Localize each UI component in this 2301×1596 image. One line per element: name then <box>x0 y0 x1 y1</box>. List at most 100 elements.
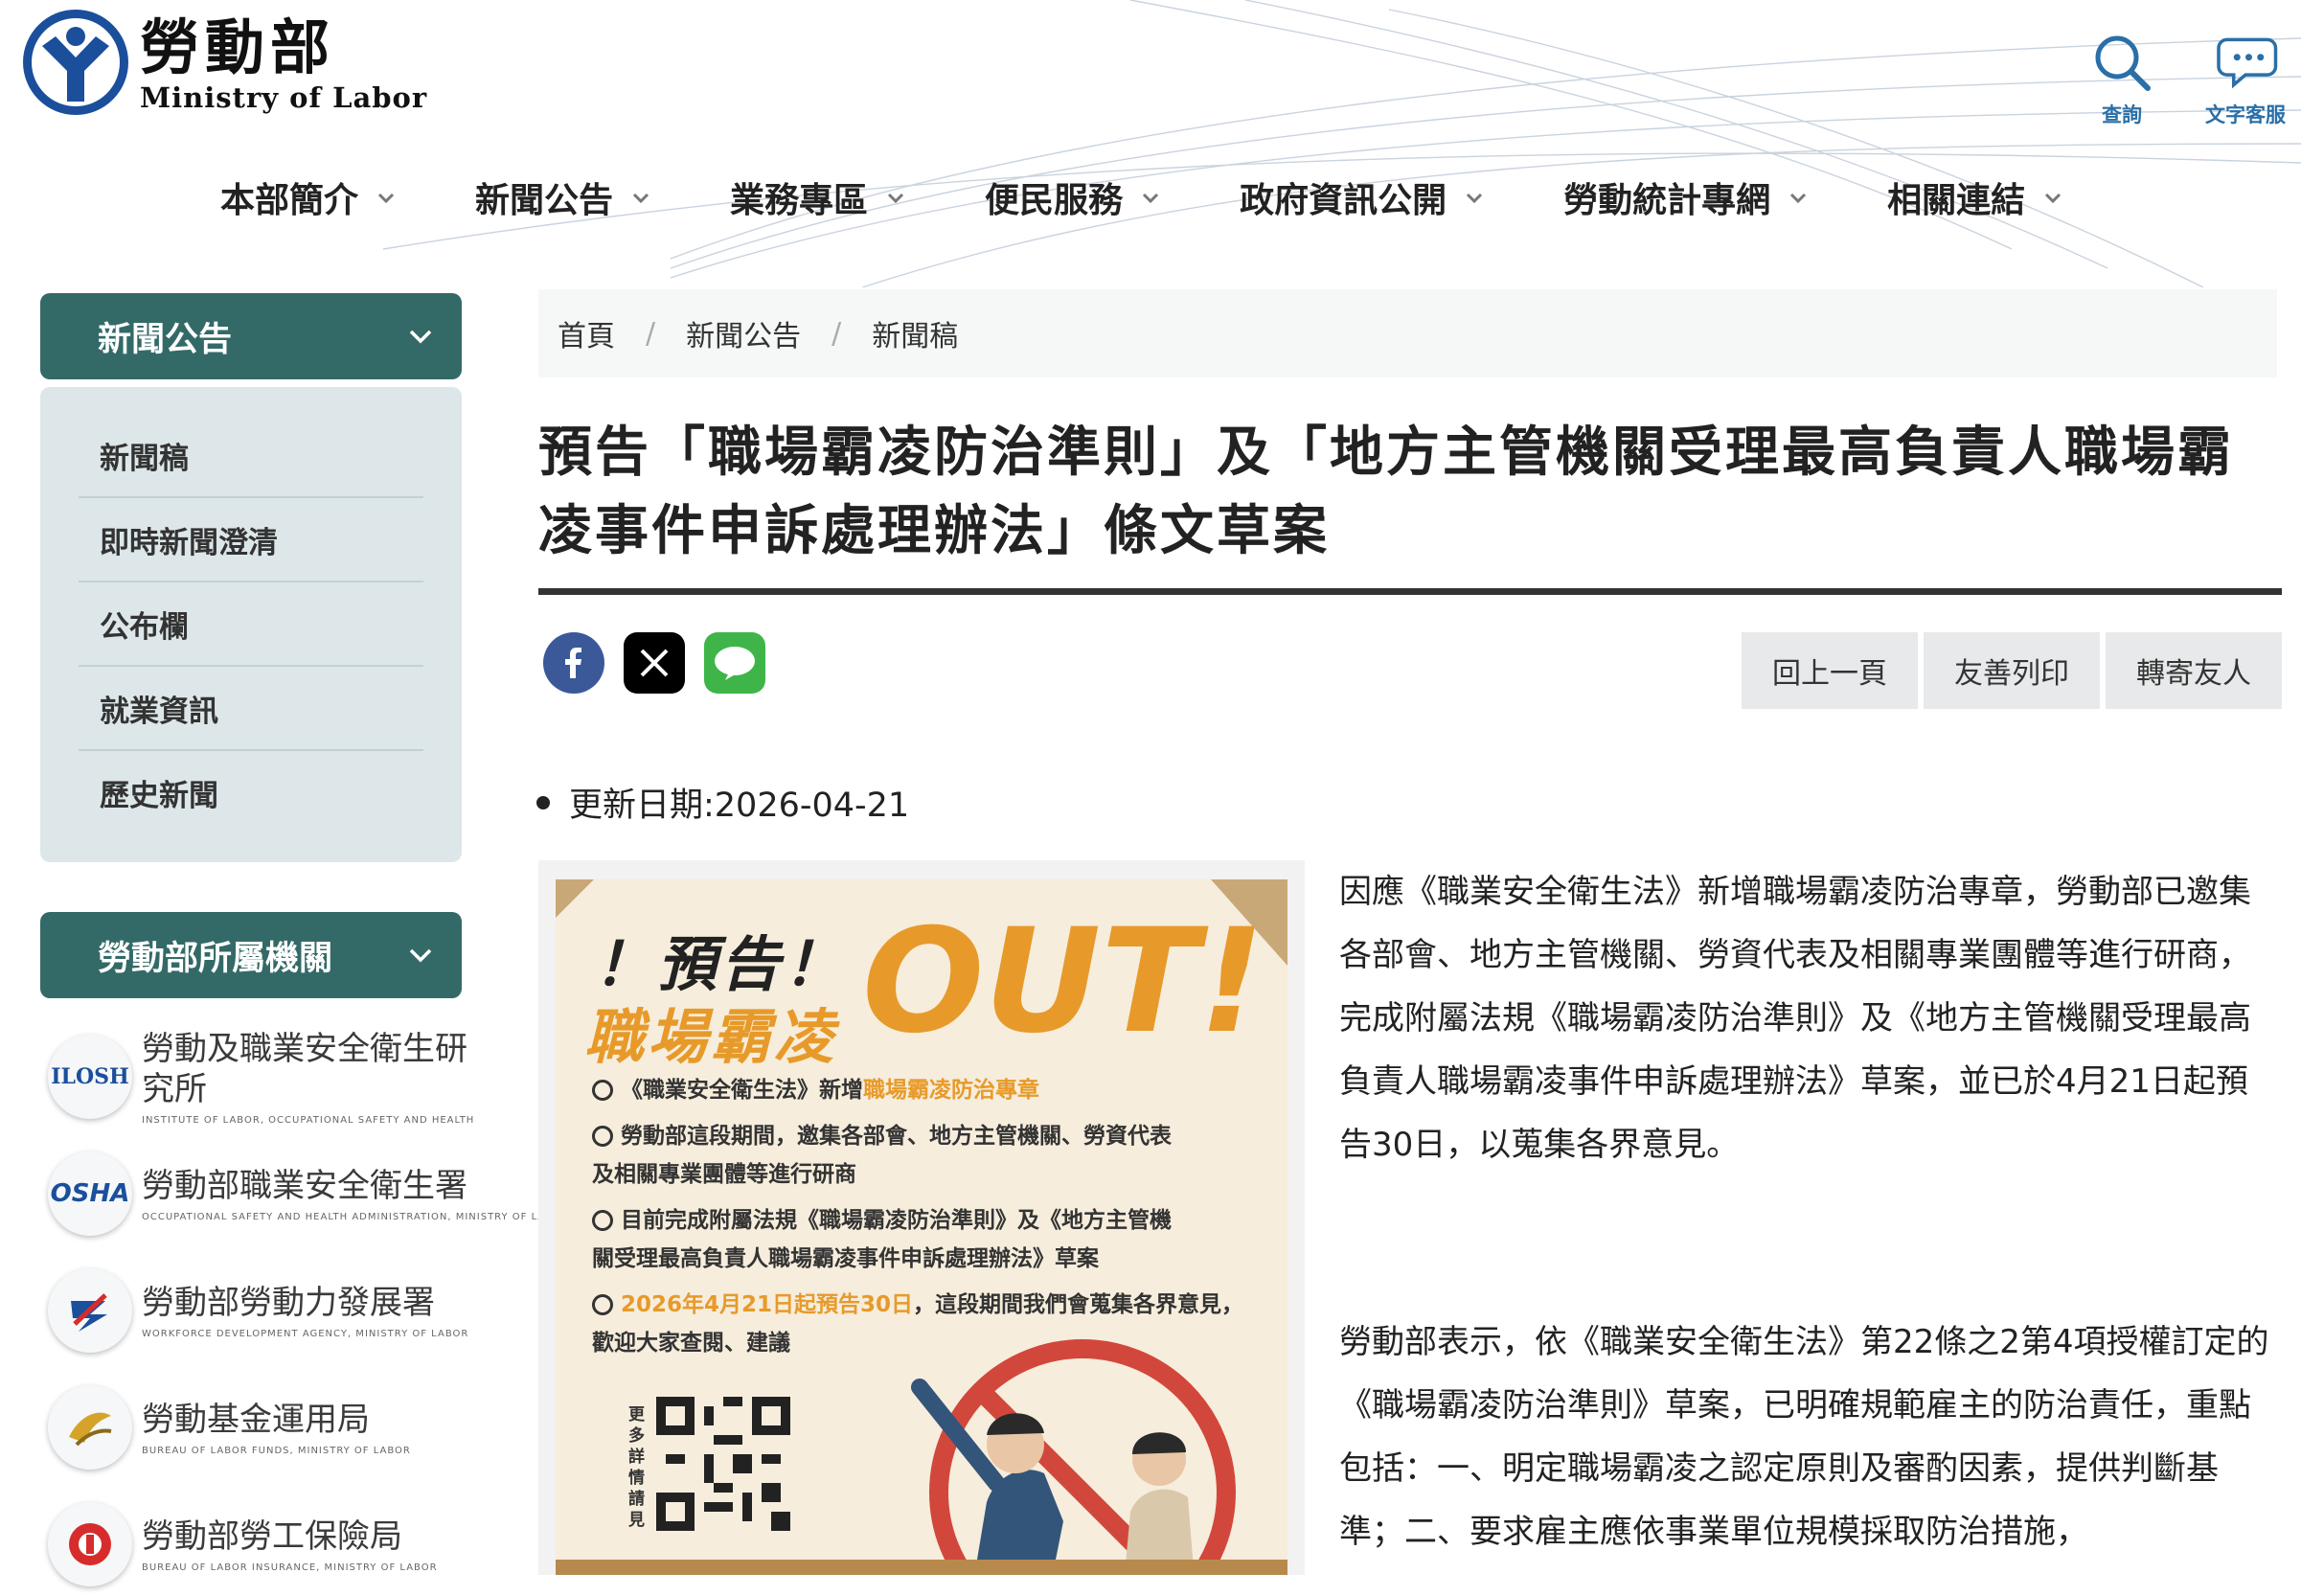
breadcrumb: 首頁 / 新聞公告 / 新聞稿 <box>538 289 2277 377</box>
agency-name-zh: 勞動部職業安全衛生署 <box>142 1166 467 1205</box>
no-bullying-illustration <box>911 1339 1236 1575</box>
nav-item-about[interactable]: 本部簡介 <box>220 172 397 222</box>
chevron-down-icon <box>632 193 649 204</box>
nav-item-gov-info[interactable]: 政府資訊公開 <box>1240 172 1485 222</box>
article-image[interactable]: ！預告！ 職場霸凌 OUT! 《職業安全衛生法》新增職場霸凌防治專章 勞動部這段… <box>538 860 1305 1575</box>
x-share-button[interactable] <box>624 632 685 694</box>
sidebar-links: 新聞稿 即時新聞澄清 公布欄 就業資訊 歷史新聞 <box>40 387 462 862</box>
agency-link-ilosh[interactable]: ILOSH 勞動及職業安全衛生研究所 INSTITUTE OF LABOR, OC… <box>48 1025 473 1129</box>
check-icon <box>592 1294 613 1315</box>
facebook-icon <box>565 648 581 678</box>
poster-bullet-text-cont: 及相關專業團體等進行研商 <box>592 1162 856 1187</box>
nav-label: 便民服務 <box>985 181 1124 220</box>
update-date: 更新日期:2026-04-21 <box>536 778 909 827</box>
logo-title-en: Ministry of Labor <box>140 81 428 114</box>
nav-label: 新聞公告 <box>475 181 614 220</box>
poster-bullet-text: 《職業安全衛生法》新增 <box>621 1078 863 1103</box>
nav-item-links[interactable]: 相關連結 <box>1887 172 2063 222</box>
nav-label: 本部簡介 <box>220 181 359 220</box>
poster-bullets: 《職業安全衛生法》新增職場霸凌防治專章 勞動部這段期間，邀集各部會、地方主管機關… <box>592 1071 1263 1362</box>
bli-logo-icon <box>48 1502 132 1586</box>
chevron-down-icon <box>409 948 432 963</box>
bullying-poster: ！預告！ 職場霸凌 OUT! 《職業安全衛生法》新增職場霸凌防治專章 勞動部這段… <box>556 879 1287 1575</box>
poster-bullet: 目前完成附屬法規《職場霸凌防治準則》及《地方主管機 關受理最高負責人職場霸凌事件申… <box>592 1201 1263 1278</box>
sidebar-item-press-release[interactable]: 新聞稿 <box>79 414 423 498</box>
chevron-down-icon <box>887 193 904 204</box>
chevron-down-icon <box>1467 193 1483 204</box>
chevron-down-icon <box>377 193 395 204</box>
breadcrumb-home[interactable]: 首頁 <box>558 312 615 354</box>
print-button[interactable]: 友善列印 <box>1924 632 2100 709</box>
agency-name-zh: 勞動及職業安全衛生研究所 <box>142 1029 467 1108</box>
breadcrumb-press[interactable]: 新聞稿 <box>872 312 958 354</box>
chevron-down-icon <box>1143 193 1159 204</box>
agency-link-wda[interactable]: 勞動部勞動力發展署 WORKFORCE DEVELOPMENT AGENCY, M… <box>48 1259 469 1362</box>
agency-link-blf[interactable]: 勞動基金運用局 BUREAU OF LABOR FUNDS, MINISTRY O… <box>48 1376 469 1479</box>
article-title: 預告「職場霸凌防治準則」及「地方主管機關受理最高負責人職場霸凌事件申訴處理辦法」… <box>538 422 2234 562</box>
agency-name-zh: 勞動部勞動力發展署 <box>142 1283 435 1322</box>
line-share-button[interactable] <box>704 632 765 694</box>
poster-footer-bar <box>556 1560 1287 1575</box>
ilosh-logo-icon: ILOSH <box>48 1035 132 1119</box>
poster-bullet: 勞動部這段期間，邀集各部會、地方主管機關、勞資代表及相關專業團體等進行研商 <box>592 1117 1263 1194</box>
agency-name-zh: 勞動基金運用局 <box>142 1400 370 1439</box>
nav-item-statistics[interactable]: 勞動統計專網 <box>1563 172 1809 222</box>
sidebar-item-bulletin[interactable]: 公布欄 <box>79 582 423 667</box>
agency-name-en: INSTITUTE OF LABOR, OCCUPATIONAL SAFETY … <box>142 1114 475 1126</box>
agency-link-bli[interactable]: 勞動部勞工保險局 BUREAU OF LABOR INSURANCE, MINIS… <box>48 1493 469 1596</box>
nav-label: 勞動統計專網 <box>1563 181 1771 220</box>
breadcrumb-separator: / <box>832 316 842 351</box>
site-logo[interactable]: 勞動部 Ministry of Labor <box>21 8 427 117</box>
chat-tool-button[interactable]: 文字客服 <box>2205 29 2286 128</box>
x-icon <box>640 649 669 677</box>
forward-button[interactable]: 轉寄友人 <box>2106 632 2282 709</box>
chevron-down-icon <box>409 330 432 344</box>
nav-label: 相關連結 <box>1887 181 2026 220</box>
search-tool-button[interactable]: 查詢 <box>2088 29 2155 128</box>
article-paragraph-1: 因應《職業安全衛生法》新增職場霸凌防治專章，勞動部已邀集各部會、地方主管機關、勞… <box>1339 873 2251 1164</box>
breadcrumb-news[interactable]: 新聞公告 <box>686 312 801 354</box>
wda-logo-icon <box>48 1268 132 1353</box>
nav-item-business[interactable]: 業務專區 <box>730 172 906 222</box>
ministry-logo-icon <box>23 10 128 115</box>
qr-caption: 更多詳情請見 <box>628 1405 645 1530</box>
chevron-down-icon <box>2045 193 2062 204</box>
agency-name-zh: 勞動部勞工保險局 <box>142 1516 402 1556</box>
nav-item-services[interactable]: 便民服務 <box>985 172 1161 222</box>
poster-bullet: 《職業安全衛生法》新增職場霸凌防治專章 <box>592 1071 1263 1109</box>
poster-bullet-highlight: 職場霸凌防治專章 <box>863 1078 1039 1103</box>
poster-headline-2: 職場霸凌 <box>584 1002 838 1072</box>
agency-name-en: BUREAU OF LABOR INSURANCE, MINISTRY OF L… <box>142 1562 438 1573</box>
check-icon <box>592 1210 613 1231</box>
main-navigation: 本部簡介 新聞公告 業務專區 便民服務 政府資訊公開 勞動統計專網 相關連結 <box>220 172 2142 222</box>
article-paragraph-2: 勞動部表示，依《職業安全衛生法》第22條之2第4項授權訂定的《職場霸凌防治準則》… <box>1339 1323 2269 1551</box>
title-divider <box>538 588 2282 595</box>
facebook-share-button[interactable] <box>543 632 604 694</box>
article-actions: 回上一頁 友善列印 轉寄友人 <box>1742 632 2282 709</box>
agency-name-en: WORKFORCE DEVELOPMENT AGENCY, MINISTRY O… <box>142 1328 469 1339</box>
breadcrumb-separator: / <box>646 316 656 351</box>
check-icon <box>592 1080 613 1101</box>
agencies-section-title: 勞動部所屬機關 <box>98 939 333 978</box>
search-tool-label: 查詢 <box>2102 103 2142 126</box>
nav-label: 政府資訊公開 <box>1240 181 1447 220</box>
chat-tool-label: 文字客服 <box>2205 103 2286 126</box>
agency-link-osha[interactable]: OSHA 勞動部職業安全衛生署 OCCUPATIONAL SAFETY AND H… <box>48 1142 568 1245</box>
logo-title-zh: 勞動部 <box>140 12 336 82</box>
share-buttons <box>543 632 765 694</box>
osha-mark: OSHA <box>50 1179 130 1208</box>
sidebar-item-clarification[interactable]: 即時新聞澄清 <box>79 498 423 582</box>
nav-label: 業務專區 <box>730 181 869 220</box>
poster-bullet-text: 勞動部這段期間，邀集各部會、地方主管機關、勞資代表 <box>621 1124 1172 1149</box>
sidebar-item-employment[interactable]: 就業資訊 <box>79 667 423 751</box>
bullet-dot <box>536 795 550 809</box>
agencies-section-toggle[interactable]: 勞動部所屬機關 <box>40 912 462 998</box>
sidebar-item-history[interactable]: 歷史新聞 <box>79 751 423 833</box>
chevron-down-icon <box>1790 193 1807 204</box>
agency-name-en: OCCUPATIONAL SAFETY AND HEALTH ADMINISTR… <box>142 1211 569 1222</box>
header-tools: 查詢 文字客服 <box>2088 29 2286 128</box>
sidebar-section-toggle[interactable]: 新聞公告 <box>40 293 462 379</box>
nav-item-news[interactable]: 新聞公告 <box>475 172 651 222</box>
poster-bullet-text: 目前完成附屬法規《職場霸凌防治準則》及《地方主管機 <box>621 1208 1172 1233</box>
back-button[interactable]: 回上一頁 <box>1742 632 1918 709</box>
